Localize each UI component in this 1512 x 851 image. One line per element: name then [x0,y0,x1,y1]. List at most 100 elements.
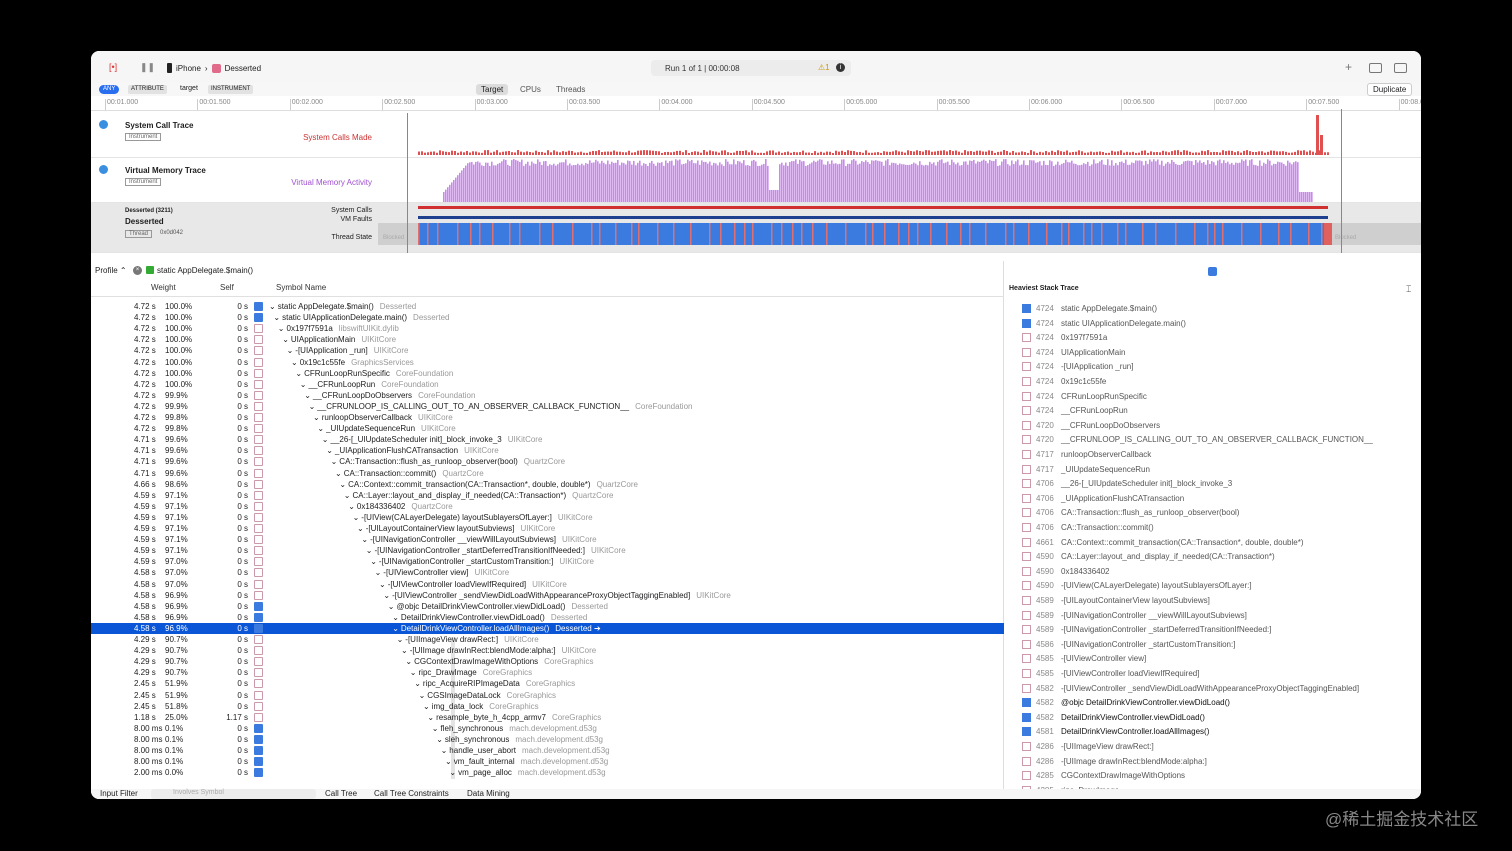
tab-call-tree-constraints[interactable]: Call Tree Constraints [374,789,449,798]
call-tree-row[interactable]: 4.58 s 97.0% 0 s ⌄ -[UIViewController loadVi… [91,579,1004,590]
disclosure-icon[interactable]: ⌄ [331,457,338,466]
disclosure-icon[interactable]: ⌄ [313,413,320,422]
stack-frame[interactable]: 4724 CFRunLoopRunSpecific [1004,389,1421,404]
info-icon[interactable]: i [836,63,845,72]
involves-symbol-field[interactable]: Involves Symbol [151,789,316,799]
clear-focus-icon[interactable]: × [133,265,142,275]
call-tree-row[interactable]: 4.59 s 97.1% 0 s ⌄ CA::Layer::layout_and_dis… [91,490,1004,501]
disclosure-icon[interactable]: ⌄ [304,391,311,400]
call-tree-row[interactable]: 4.71 s 99.6% 0 s ⌄ _UIApplicationFlushCATran… [91,445,1004,456]
stack-frame[interactable]: 4581 DetailDrinkViewController.loadAllIma… [1004,724,1421,739]
disclosure-icon[interactable]: ⌄ [335,469,342,478]
disclosure-icon[interactable]: ⌄ [436,735,443,744]
stack-frame[interactable]: 4706 CA::Transaction::flush_as_runloop_ob… [1004,505,1421,520]
call-tree-row[interactable]: 8.00 ms 0.1% 0 s ⌄ sleh_synchronous mach.deve… [91,734,1004,745]
stack-frame[interactable]: 4586 -[UINavigationController _startCusto… [1004,637,1421,652]
stack-frame[interactable]: 4590 -[UIView(CALayerDelegate) layoutSubl… [1004,578,1421,593]
call-tree-row[interactable]: 4.72 s 99.9% 0 s ⌄ __CFRunLoopDoObservers Cor… [91,390,1004,401]
call-tree-row[interactable]: 4.72 s 99.8% 0 s ⌄ _UIUpdateSequenceRun UIKit… [91,423,1004,434]
pause-icon[interactable]: ❚❚ [140,62,155,73]
disclosure-icon[interactable]: ⌄ [388,602,395,611]
selection-start-marker[interactable] [407,113,408,253]
call-tree-row[interactable]: 4.58 s 97.0% 0 s ⌄ -[UIViewController view] U… [91,567,1004,578]
col-weight[interactable]: Weight [151,283,176,292]
disclosure-icon[interactable]: ⌄ [383,591,390,600]
stack-frame[interactable]: 4286 -[UIImage drawInRect:blendMode:alpha… [1004,754,1421,769]
add-instrument-icon[interactable]: + [1345,60,1352,74]
disclosure-icon[interactable]: ⌄ [322,435,329,444]
call-tree-row[interactable]: 4.66 s 98.6% 0 s ⌄ CA::Context::commit_trans… [91,479,1004,490]
stack-frame[interactable]: 4706 _UIApplicationFlushCATransaction [1004,491,1421,506]
disclosure-icon[interactable]: ⌄ [370,557,377,566]
profile-mode[interactable]: Profile ⌃ [95,266,127,275]
disclosure-icon[interactable]: ⌄ [339,480,346,489]
stack-frame[interactable]: 4706 __26-[_UIUpdateScheduler init]_block… [1004,476,1421,491]
disclosure-icon[interactable]: ⌄ [309,402,316,411]
duplicate-button[interactable]: Duplicate [1367,83,1413,96]
stack-frame[interactable]: 4590 CA::Layer::layout_and_display_if_nee… [1004,549,1421,564]
stack-frame[interactable]: 4661 CA::Context::commit_transaction(CA::… [1004,535,1421,550]
call-tree-row[interactable]: 1.18 s 25.0% 1.17 s ⌄ resample_byte_h_4cpp_a… [91,712,1004,723]
call-tree-row[interactable]: 2.45 s 51.8% 0 s ⌄ img_data_lock CoreGraphics [91,701,1004,712]
stack-frame[interactable]: 4582 DetailDrinkViewController.viewDidLoa… [1004,710,1421,725]
track-system-call[interactable]: System Call Trace Instrument System Call… [91,113,1421,158]
stack-frame[interactable]: 4590 0x184336402 [1004,564,1421,579]
disclosure-icon[interactable]: ⌄ [392,613,399,622]
disclosure-icon[interactable]: ⌄ [397,635,404,644]
disclosure-icon[interactable]: ⌄ [291,358,298,367]
call-tree-row[interactable]: 2.45 s 51.9% 0 s ⌄ ripc_AcquireRIPImageData C… [91,678,1004,689]
call-tree-row[interactable]: 4.59 s 97.1% 0 s ⌄ -[UINavigationController … [91,534,1004,545]
call-tree-row[interactable]: 4.72 s 100.0% 0 s ⌄ 0x19c1c55fe GraphicsServi… [91,357,1004,368]
bottom-panel-icon[interactable] [1369,63,1382,73]
call-tree-row[interactable]: 4.58 s 96.9% 0 s ⌄ DetailDrinkViewController… [91,612,1004,623]
disclosure-icon[interactable]: ⌄ [419,691,426,700]
stack-frame[interactable]: 4724 __CFRunLoopRun [1004,403,1421,418]
call-tree-row[interactable]: 4.59 s 97.1% 0 s ⌄ -[UILayoutContainerView l… [91,523,1004,534]
call-tree-row[interactable]: 4.29 s 90.7% 0 s ⌄ -[UIImage drawInRect:blen… [91,645,1004,656]
call-tree-row[interactable]: 8.00 ms 0.1% 0 s ⌄ vm_fault_internal mach.dev… [91,756,1004,767]
warning-icon[interactable]: ⚠1 [818,63,830,72]
stack-frame[interactable]: 4724 static UIApplicationDelegate.main() [1004,316,1421,331]
col-symbol[interactable]: Symbol Name [276,283,326,292]
stack-frame[interactable]: 4724 -[UIApplication _run] [1004,359,1421,374]
selection-end-marker[interactable] [1341,109,1342,253]
disclosure-icon[interactable]: ⌄ [427,713,434,722]
disclosure-icon[interactable]: ⌄ [282,335,289,344]
call-tree-row[interactable]: 2.00 ms 0.0% 0 s ⌄ vm_page_alloc mach.develop… [91,767,1004,778]
stack-frame[interactable]: 4285 CGContextDrawImageWithOptions [1004,768,1421,783]
call-tree-row[interactable]: 4.71 s 99.6% 0 s ⌄ CA::Transaction::commit()… [91,468,1004,479]
call-tree-row[interactable]: 4.72 s 100.0% 0 s ⌄ -[UIApplication _run] UIK… [91,345,1004,356]
tab-data-mining[interactable]: Data Mining [467,789,510,798]
stack-frame[interactable]: 4582 @objc DetailDrinkViewController.view… [1004,695,1421,710]
stack-frame[interactable]: 4589 -[UILayoutContainerView layoutSubvie… [1004,593,1421,608]
disclosure-icon[interactable]: ⌄ [273,313,280,322]
disclosure-icon[interactable]: ⌄ [432,724,439,733]
call-tree-row[interactable]: 4.72 s 100.0% 0 s ⌄ static UIApplicationDele… [91,312,1004,323]
right-panel-icon[interactable] [1394,63,1407,73]
stack-frame[interactable]: 4717 runloopObserverCallback [1004,447,1421,462]
call-tree-row[interactable]: 4.29 s 90.7% 0 s ⌄ -[UIImageView drawRect:] U… [91,634,1004,645]
disclosure-icon[interactable]: ⌄ [414,679,421,688]
disclosure-icon[interactable]: ⌄ [344,491,351,500]
tab-threads[interactable]: Threads [551,84,590,95]
track-virtual-memory[interactable]: Virtual Memory Trace Instrument Virtual … [91,158,1421,203]
disclosure-icon[interactable]: ⌄ [295,369,302,378]
stack-frame[interactable]: 4720 __CFRUNLOOP_IS_CALLING_OUT_TO_AN_OBS… [1004,432,1421,447]
stack-frame[interactable]: 4286 -[UIImageView drawRect:] [1004,739,1421,754]
call-tree-row[interactable]: 4.72 s 100.0% 0 s ⌄ __CFRunLoopRun CoreFounda… [91,379,1004,390]
call-tree-row[interactable]: 4.59 s 97.1% 0 s ⌄ 0x184336402 QuartzCore [91,501,1004,512]
call-tree-row[interactable]: 2.45 s 51.9% 0 s ⌄ CGSImageDataLock CoreGraph… [91,690,1004,701]
tab-target[interactable]: Target [476,84,509,95]
call-tree-row[interactable]: 4.71 s 99.6% 0 s ⌄ __26-[_UIUpdateScheduler … [91,434,1004,445]
call-tree-row[interactable]: 4.58 s 96.9% 0 s ⌄ -[UIViewController _sendV… [91,590,1004,601]
stack-frame[interactable]: 4585 -[UIViewController view] [1004,651,1421,666]
disclosure-icon[interactable]: ⌄ [357,524,364,533]
disclosure-icon[interactable]: ⌄ [348,502,355,511]
call-tree-row[interactable]: 4.58 s 96.9% 0 s ⌄ DetailDrinkViewController… [91,622,1004,634]
stack-frame[interactable]: 4724 UIApplicationMain [1004,345,1421,360]
disclosure-icon[interactable]: ⌄ [366,546,373,555]
call-tree-row[interactable]: 4.58 s 96.9% 0 s ⌄ @objc DetailDrinkViewCont… [91,601,1004,612]
call-tree-row[interactable]: 4.59 s 97.0% 0 s ⌄ -[UINavigationController … [91,556,1004,567]
stack-frame[interactable]: 4706 CA::Transaction::commit() [1004,520,1421,535]
attribute-pill[interactable]: ATTRIBUTE [128,85,167,94]
